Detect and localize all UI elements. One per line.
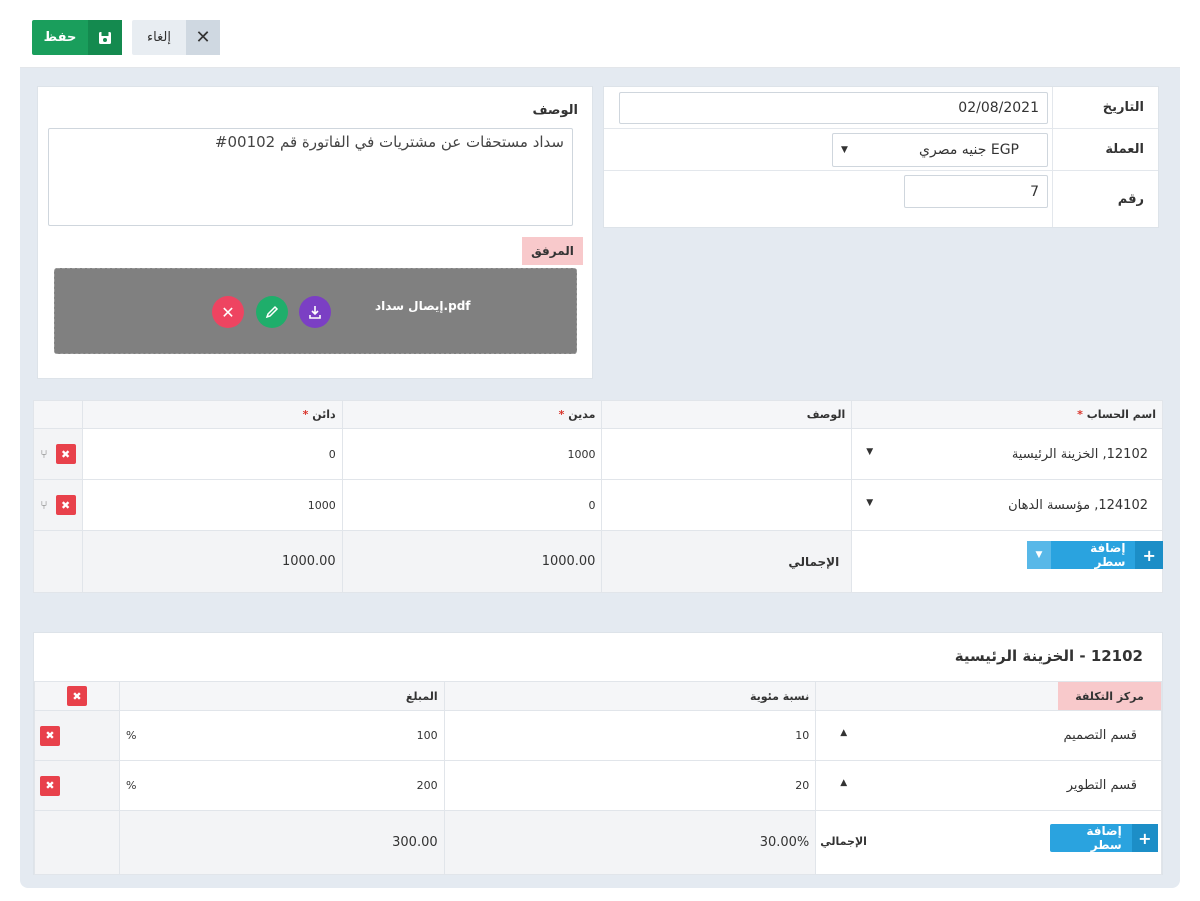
- journal-add-row-button[interactable]: + إضافة سطر ▼: [1027, 541, 1163, 569]
- total-credit: 1000.00: [81, 530, 343, 593]
- delete-attachment-button[interactable]: ✕: [212, 296, 244, 328]
- add-row-label: إضافة سطر: [1090, 541, 1126, 569]
- account-header: اسم الحساب *: [851, 400, 1163, 429]
- cost-center-select[interactable]: قسم التطوير ▲: [815, 760, 1162, 811]
- cost-center-title: 12102 - الخزينة الرئيسية: [954, 647, 1143, 665]
- total-debit: 1000.00: [341, 530, 603, 593]
- chevron-down-icon: ▼: [866, 446, 874, 457]
- amount-cell[interactable]: 200: [417, 779, 438, 792]
- currency-label: العملة: [1052, 129, 1158, 170]
- pencil-icon: [265, 305, 279, 319]
- currency-row: العملة EGP جنيه مصري ▼: [604, 129, 1158, 171]
- cost-center-add-row-button[interactable]: + إضافة سطر: [1050, 824, 1158, 852]
- floppy-disk-icon: [88, 20, 122, 55]
- description-label: الوصف: [532, 103, 578, 118]
- journal-table: دائن * مدين * الوصف اسم الحساب * ⑂ ✖ 0 10…: [33, 400, 1163, 593]
- currency-select[interactable]: EGP جنيه مصري ▼: [832, 133, 1048, 167]
- attachment-file-name[interactable]: إيصال سداد.pdf: [375, 299, 471, 313]
- table-header-row: ✖ المبلغ نسبة مئوية مركز التكلفة: [34, 681, 1162, 711]
- description-textarea[interactable]: سداد مستحقات عن مشتريات في الفاتورة قم 0…: [48, 128, 573, 226]
- date-label: التاريخ: [1052, 87, 1158, 128]
- cost-center-branch-icon[interactable]: ⑂: [40, 498, 47, 512]
- cost-center-total-row: 300.00 30.00% الإجمالي: [34, 810, 1162, 875]
- close-icon: ✕: [186, 20, 220, 55]
- journal-total-label: الإجمالي: [601, 530, 853, 593]
- description-header: الوصف: [601, 400, 853, 429]
- debit-header: مدين *: [341, 400, 603, 429]
- amount-cell[interactable]: 100: [417, 729, 438, 742]
- journal-total-row: 1000.00 1000.00 الإجمالي: [33, 530, 1163, 593]
- total-amount: 300.00: [118, 810, 445, 875]
- download-attachment-button[interactable]: [299, 296, 331, 328]
- cancel-button[interactable]: ✕ إلغاء: [132, 20, 220, 55]
- cost-center-total-label: الإجمالي: [820, 835, 867, 848]
- chevron-down-icon: ▼: [841, 145, 848, 155]
- table-row: ✖ % 200 20 قسم التطوير ▲: [34, 760, 1162, 811]
- percent-sign: %: [125, 779, 137, 792]
- delete-row-button[interactable]: ✖: [40, 775, 60, 796]
- chevron-down-icon[interactable]: ▼: [1027, 541, 1051, 569]
- delete-row-button[interactable]: ✖: [55, 495, 76, 515]
- cost-center-header: مركز التكلفة: [1058, 682, 1161, 710]
- currency-value: EGP جنيه مصري: [919, 142, 1019, 158]
- credit-header: دائن *: [81, 400, 343, 429]
- edit-attachment-button[interactable]: [256, 296, 288, 328]
- cost-center-select[interactable]: قسم التصميم ▲: [815, 710, 1162, 761]
- cost-center-table: ✖ المبلغ نسبة مئوية مركز التكلفة ✖ % 100…: [34, 681, 1162, 875]
- plus-icon: +: [1135, 541, 1163, 569]
- cost-center-panel: 12102 - الخزينة الرئيسية ✖ المبلغ نسبة م…: [33, 632, 1163, 875]
- table-row: ⑂ ✖ 0 1000 12102, الخزينة الرئيسية ▼: [33, 428, 1163, 480]
- cost-center-branch-icon[interactable]: ⑂: [40, 447, 47, 461]
- total-percent: 30.00%: [443, 810, 817, 875]
- download-icon: [309, 306, 321, 319]
- chevron-down-icon: ▼: [866, 497, 874, 508]
- add-row-label: إضافة سطر: [1086, 824, 1122, 852]
- credit-cell[interactable]: 1000: [81, 479, 343, 531]
- description-cell[interactable]: [601, 479, 853, 531]
- debit-cell[interactable]: 0: [341, 479, 603, 531]
- percent-sign: %: [125, 729, 137, 742]
- attachment-dropzone[interactable]: ✕ إيصال سداد.pdf: [54, 268, 577, 354]
- percent-cell[interactable]: 10: [443, 710, 817, 761]
- number-label: رقم: [1052, 171, 1158, 227]
- cancel-label: إلغاء: [147, 30, 171, 45]
- credit-cell[interactable]: 0: [81, 428, 343, 480]
- debit-cell[interactable]: 1000: [341, 428, 603, 480]
- header-form: التاريخ 02/08/2021 العملة EGP جنيه مصري …: [603, 86, 1159, 228]
- description-cell[interactable]: [601, 428, 853, 480]
- chevron-up-icon: ▲: [840, 778, 848, 788]
- save-label: حفظ: [43, 30, 77, 45]
- percent-header: نسبة مئوية: [443, 681, 817, 711]
- account-select[interactable]: 124102, مؤسسة الدهان ▼: [851, 479, 1163, 531]
- delete-row-button[interactable]: ✖: [40, 725, 60, 746]
- chevron-up-icon: ▲: [840, 728, 848, 738]
- close-icon: ✕: [221, 302, 235, 322]
- delete-all-button[interactable]: ✖: [66, 686, 87, 706]
- number-row: رقم 7: [604, 171, 1158, 227]
- number-input[interactable]: 7: [904, 175, 1048, 208]
- percent-cell[interactable]: 20: [443, 760, 817, 811]
- description-panel: الوصف سداد مستحقات عن مشتريات في الفاتور…: [37, 86, 593, 379]
- delete-row-button[interactable]: ✖: [55, 444, 76, 464]
- save-button[interactable]: حفظ: [32, 20, 122, 55]
- amount-header: المبلغ: [118, 681, 445, 711]
- account-select[interactable]: 12102, الخزينة الرئيسية ▼: [851, 428, 1163, 480]
- date-row: التاريخ 02/08/2021: [604, 87, 1158, 129]
- table-row: ⑂ ✖ 1000 0 124102, مؤسسة الدهان ▼: [33, 479, 1163, 531]
- table-row: ✖ % 100 10 قسم التصميم ▲: [34, 710, 1162, 761]
- date-input[interactable]: 02/08/2021: [619, 92, 1048, 124]
- table-header-row: دائن * مدين * الوصف اسم الحساب *: [33, 400, 1163, 429]
- attachment-label: المرفق: [522, 237, 583, 265]
- plus-icon: +: [1131, 824, 1158, 852]
